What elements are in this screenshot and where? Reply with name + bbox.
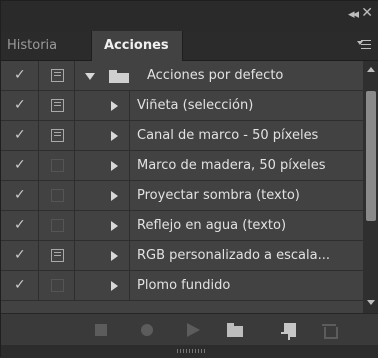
dialog-toggle-icon[interactable] bbox=[51, 129, 64, 142]
actions-list: ✓ Acciones por defecto ✓ Viñeta (selecci… bbox=[1, 61, 363, 313]
action-label: Marco de madera, 50 píxeles bbox=[137, 158, 326, 173]
collapsed-triangle-icon[interactable] bbox=[111, 221, 118, 231]
dialog-toggle-icon[interactable] bbox=[51, 69, 64, 82]
collapsed-triangle-icon[interactable] bbox=[111, 281, 118, 291]
check-icon[interactable]: ✓ bbox=[14, 97, 26, 113]
action-set-row[interactable]: ✓ Acciones por defecto bbox=[1, 61, 363, 91]
panel-resize-grip[interactable] bbox=[1, 345, 378, 358]
collapsed-triangle-icon[interactable] bbox=[111, 131, 118, 141]
collapsed-triangle-icon[interactable] bbox=[111, 251, 118, 261]
folder-icon bbox=[109, 70, 129, 83]
grip-dots-icon bbox=[177, 349, 207, 353]
stop-icon[interactable] bbox=[93, 322, 109, 338]
expand-triangle-icon[interactable] bbox=[85, 73, 95, 80]
check-icon[interactable]: ✓ bbox=[14, 277, 26, 293]
check-icon[interactable]: ✓ bbox=[14, 187, 26, 203]
collapse-panel-icon[interactable]: ◂◂ bbox=[348, 7, 359, 22]
trash-icon[interactable] bbox=[321, 322, 338, 339]
tab-historia[interactable]: Historia bbox=[7, 31, 87, 61]
new-set-folder-icon[interactable] bbox=[227, 322, 243, 338]
action-row[interactable]: ✓ Canal de marco - 50 píxeles bbox=[1, 121, 363, 151]
panel-tabs: Historia Acciones bbox=[1, 31, 378, 61]
dialog-toggle-empty-icon[interactable] bbox=[51, 279, 64, 292]
dialog-toggle-empty-icon[interactable] bbox=[51, 219, 64, 232]
action-row[interactable]: ✓ Proyectar sombra (texto) bbox=[1, 181, 363, 211]
check-icon[interactable]: ✓ bbox=[14, 67, 26, 83]
action-label: Plomo fundido bbox=[137, 278, 231, 293]
action-row[interactable]: ✓ Reflejo en agua (texto) bbox=[1, 211, 363, 241]
close-panel-icon[interactable]: ✕ bbox=[361, 5, 373, 21]
dialog-toggle-empty-icon[interactable] bbox=[51, 189, 64, 202]
toggle-item-column[interactable]: ✓ bbox=[1, 61, 39, 91]
actions-panel: ◂◂ ✕ Historia Acciones ✓ Acciones por de… bbox=[0, 0, 378, 358]
action-label: Proyectar sombra (texto) bbox=[137, 188, 300, 203]
actions-toolbar bbox=[1, 313, 378, 345]
collapsed-triangle-icon[interactable] bbox=[111, 161, 118, 171]
record-icon[interactable] bbox=[139, 322, 155, 338]
play-icon[interactable] bbox=[185, 322, 201, 338]
check-icon[interactable]: ✓ bbox=[14, 217, 26, 233]
action-set-label: Acciones por defecto bbox=[147, 68, 284, 83]
tab-acciones[interactable]: Acciones bbox=[91, 31, 183, 61]
collapsed-triangle-icon[interactable] bbox=[111, 191, 118, 201]
scrollbar-thumb[interactable] bbox=[366, 91, 376, 221]
action-label: Reflejo en agua (texto) bbox=[137, 218, 287, 233]
toggle-dialog-column[interactable] bbox=[39, 61, 75, 91]
action-row[interactable]: ✓ RGB personalizado a escala... bbox=[1, 241, 363, 271]
scroll-up-icon[interactable] bbox=[367, 67, 375, 72]
new-action-icon[interactable] bbox=[281, 322, 297, 340]
collapsed-triangle-icon[interactable] bbox=[111, 101, 118, 111]
dialog-toggle-icon[interactable] bbox=[51, 249, 64, 262]
check-icon[interactable]: ✓ bbox=[14, 247, 26, 263]
panel-menu-icon[interactable] bbox=[357, 39, 371, 51]
action-row[interactable]: ✓ Marco de madera, 50 píxeles bbox=[1, 151, 363, 181]
action-label: RGB personalizado a escala... bbox=[137, 248, 330, 263]
action-row[interactable]: ✓ Viñeta (selección) bbox=[1, 91, 363, 121]
check-icon[interactable]: ✓ bbox=[14, 157, 26, 173]
dialog-toggle-icon[interactable] bbox=[51, 99, 64, 112]
action-row[interactable]: ✓ Plomo fundido bbox=[1, 271, 363, 301]
check-icon[interactable]: ✓ bbox=[14, 127, 26, 143]
dialog-toggle-empty-icon[interactable] bbox=[51, 159, 64, 172]
panel-header-strip: ◂◂ ✕ bbox=[1, 1, 378, 31]
action-label: Viñeta (selección) bbox=[137, 98, 254, 113]
scroll-down-icon[interactable] bbox=[367, 300, 375, 305]
action-label: Canal de marco - 50 píxeles bbox=[137, 128, 319, 143]
vertical-scrollbar[interactable] bbox=[363, 61, 378, 313]
